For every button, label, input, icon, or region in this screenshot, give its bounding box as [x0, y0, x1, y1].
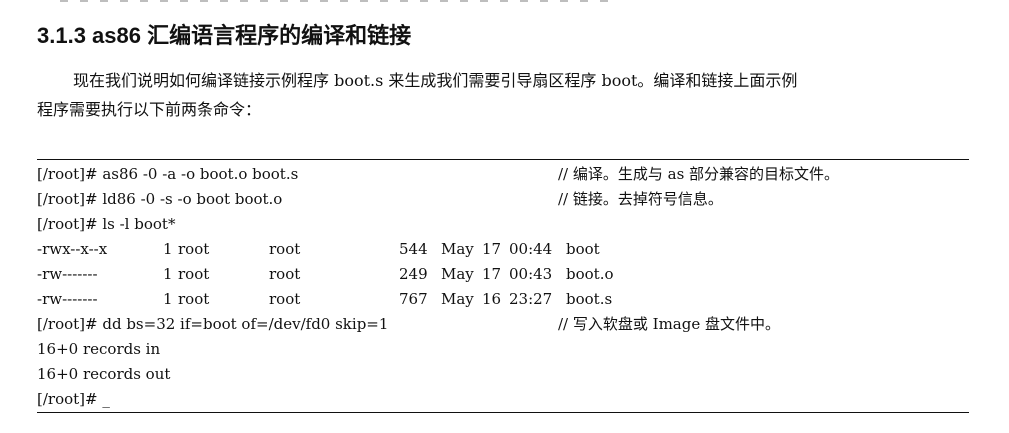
- file-owner: root: [178, 240, 210, 258]
- intro-line-2: 程序需要执行以下前两条命令：: [37, 100, 262, 119]
- output-text: 16+0 records out: [37, 365, 171, 383]
- file-owner: root: [178, 290, 210, 308]
- file-group: root: [269, 290, 301, 308]
- section-heading: 3.1.3 as86 汇编语言程序的编译和链接: [37, 23, 412, 48]
- file-links: 1: [163, 265, 173, 283]
- command-comment: // 写入软盘或 Image 盘文件中。: [558, 315, 780, 333]
- command-text: [/root]# as86 -0 -a -o boot.o boot.s: [37, 165, 299, 183]
- command-line-as86: [/root]# as86 -0 -a -o boot.o boot.s // …: [37, 162, 969, 187]
- file-name: boot.o: [566, 265, 614, 283]
- file-day: 17: [482, 240, 502, 258]
- file-group: root: [269, 240, 301, 258]
- dd-records-in: 16+0 records in: [37, 337, 969, 362]
- dd-records-out: 16+0 records out: [37, 362, 969, 387]
- command-text: [/root]# ld86 -0 -s -o boot boot.o: [37, 190, 283, 208]
- file-day: 17: [482, 265, 502, 283]
- output-text: 16+0 records in: [37, 340, 161, 358]
- cropped-previous-line: [60, 0, 620, 2]
- command-line-dd: [/root]# dd bs=32 if=boot of=/dev/fd0 sk…: [37, 312, 969, 337]
- file-month: May: [441, 290, 474, 308]
- file-links: 1: [163, 240, 173, 258]
- file-permissions: -rw-------: [37, 265, 98, 283]
- file-owner: root: [178, 265, 210, 283]
- terminal-code-block: [/root]# as86 -0 -a -o boot.o boot.s // …: [37, 159, 969, 413]
- file-size: 544: [399, 240, 428, 258]
- intro-line-1: 现在我们说明如何编译链接示例程序 boot.s 来生成我们需要引导扇区程序 bo…: [73, 71, 798, 90]
- command-comment: // 链接。去掉符号信息。: [558, 190, 723, 208]
- file-time: 00:43: [509, 265, 553, 283]
- file-month: May: [441, 240, 474, 258]
- command-comment: // 编译。生成与 as 部分兼容的目标文件。: [558, 165, 840, 183]
- prompt-text: [/root]# _: [37, 390, 110, 408]
- file-name: boot.s: [566, 290, 613, 308]
- file-time: 00:44: [509, 240, 553, 258]
- file-listing-row: -rw------- 1 root root 767 May 16 23:27 …: [37, 287, 969, 312]
- terminal-prompt: [/root]# _: [37, 387, 969, 412]
- file-permissions: -rwx--x--x: [37, 240, 108, 258]
- file-listing-row: -rw------- 1 root root 249 May 17 00:43 …: [37, 262, 969, 287]
- intro-paragraph: 现在我们说明如何编译链接示例程序 boot.s 来生成我们需要引导扇区程序 bo…: [37, 66, 972, 124]
- file-permissions: -rw-------: [37, 290, 98, 308]
- command-line-ls: [/root]# ls -l boot*: [37, 212, 969, 237]
- file-size: 249: [399, 265, 428, 283]
- file-group: root: [269, 265, 301, 283]
- file-time: 23:27: [509, 290, 553, 308]
- file-day: 16: [482, 290, 502, 308]
- file-name: boot: [566, 240, 600, 258]
- file-size: 767: [399, 290, 428, 308]
- file-listing-row: -rwx--x--x 1 root root 544 May 17 00:44 …: [37, 237, 969, 262]
- file-links: 1: [163, 290, 173, 308]
- file-month: May: [441, 265, 474, 283]
- command-line-ld86: [/root]# ld86 -0 -s -o boot boot.o // 链接…: [37, 187, 969, 212]
- document-page: 3.1.3 as86 汇编语言程序的编译和链接 现在我们说明如何编译链接示例程序…: [0, 0, 1009, 433]
- command-text: [/root]# dd bs=32 if=boot of=/dev/fd0 sk…: [37, 315, 389, 333]
- command-text: [/root]# ls -l boot*: [37, 215, 176, 233]
